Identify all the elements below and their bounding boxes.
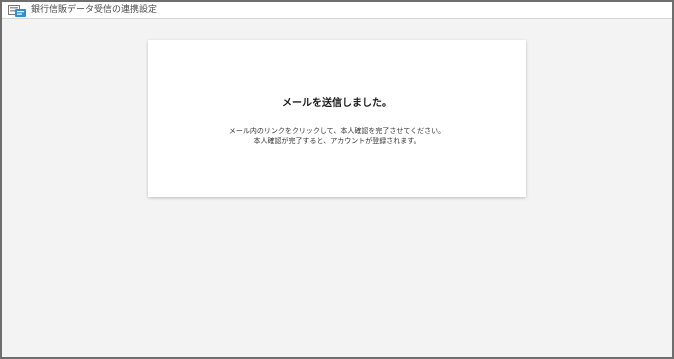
registration-note: 本人確認が完了すると、アカウントが登録されます。	[253, 137, 421, 145]
title-bar: 銀行信販データ受信の連携設定	[2, 2, 672, 19]
email-sent-heading: メールを送信しました。	[282, 98, 392, 109]
confirmation-card: メールを送信しました。 メール内のリンクをクリックして、本人確認を完了させてくだ…	[148, 40, 526, 197]
app-window: 銀行信販データ受信の連携設定 メールを送信しました。 メール内のリンクをクリック…	[0, 0, 674, 359]
window-title: 銀行信販データ受信の連携設定	[31, 5, 158, 15]
bank-data-app-icon	[8, 3, 27, 17]
verification-instruction: メール内のリンクをクリックして、本人確認を完了させてください。	[228, 127, 446, 135]
